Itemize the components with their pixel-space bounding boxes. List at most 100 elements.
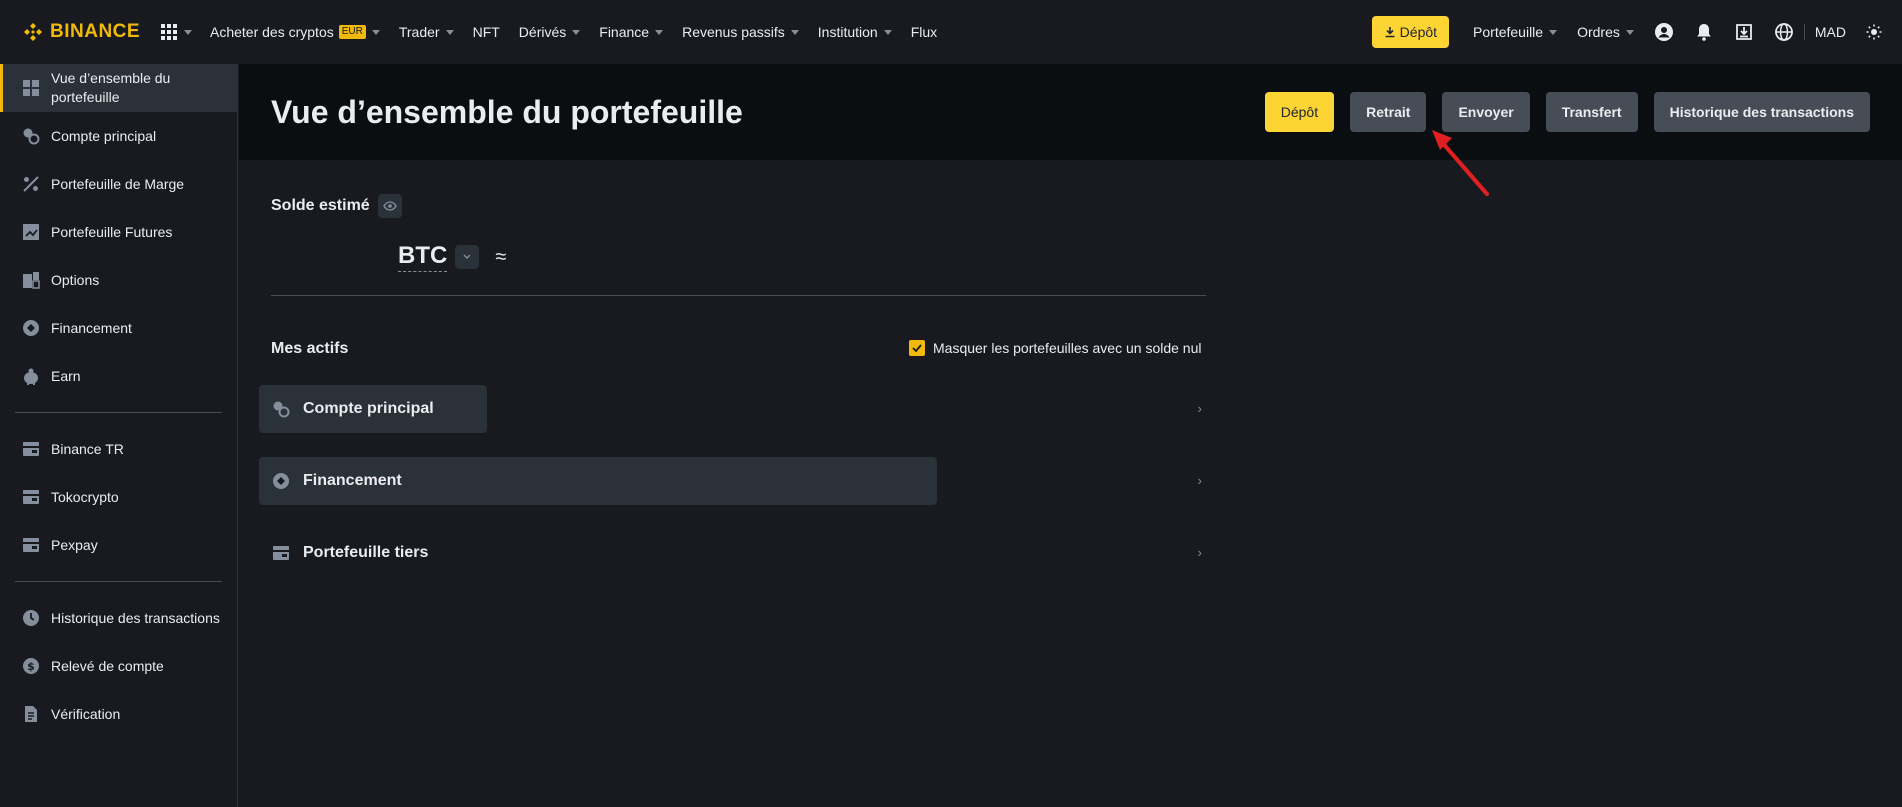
- nav-item-buy-crypto[interactable]: Acheter des cryptos EUR: [210, 24, 380, 40]
- wallet-label: Financement: [303, 472, 402, 489]
- apps-grid-icon: [161, 24, 177, 40]
- sidebar-item-label: Compte principal: [51, 128, 157, 144]
- orders-menu[interactable]: Ordres: [1577, 24, 1634, 40]
- deposit-button[interactable]: Dépôt: [1264, 92, 1335, 132]
- eye-icon[interactable]: [377, 194, 402, 218]
- chevron-right-icon: ›: [1197, 401, 1202, 416]
- sidebar-item-label: Relevé de compte: [51, 658, 164, 674]
- sidebar-item-label: Vue d’ensemble du portefeuille: [51, 70, 171, 105]
- checkmark-icon: [909, 340, 925, 356]
- sidebar-item-verification[interactable]: Vérification: [0, 690, 237, 738]
- sidebar-item-label: Options: [51, 272, 100, 288]
- spot-account-icon: [22, 127, 40, 145]
- transfer-button[interactable]: Transfert: [1545, 92, 1638, 132]
- wallet-icon: [22, 536, 40, 554]
- nav-item-finance[interactable]: Finance: [599, 24, 664, 40]
- chevron-down-icon: [655, 29, 664, 35]
- sidebar-item-margin[interactable]: Portefeuille de Marge: [0, 160, 237, 208]
- dollar-icon: $: [22, 657, 40, 675]
- sidebar-item-label: Financement: [51, 320, 132, 336]
- sidebar-item-overview[interactable]: Vue d’ensemble du portefeuille: [0, 64, 237, 112]
- nav-item-passive-income[interactable]: Revenus passifs: [682, 24, 799, 40]
- sidebar-item-transaction-history[interactable]: Historique des transactions: [0, 594, 237, 642]
- transaction-history-button[interactable]: Historique des transactions: [1653, 92, 1870, 132]
- sidebar-divider: [15, 412, 222, 413]
- nav-item-label: Dérivés: [518, 24, 567, 40]
- header-actions: Dépôt Retrait Envoyer Transfert Historiq…: [1249, 92, 1870, 132]
- spot-account-icon: [271, 399, 291, 419]
- funding-icon: [22, 319, 40, 337]
- download-app-icon[interactable]: [1734, 22, 1754, 42]
- nav-item-nft[interactable]: NFT: [473, 24, 500, 40]
- wallet-icon: [22, 440, 40, 458]
- grid-icon: [22, 79, 40, 97]
- sidebar-item-label: Portefeuille de Marge: [51, 176, 185, 192]
- sidebar-item-funding[interactable]: Financement: [0, 304, 237, 352]
- nav-item-label: NFT: [472, 24, 500, 40]
- hide-zero-balance-checkbox[interactable]: Masquer les portefeuilles avec un solde …: [909, 340, 1202, 356]
- send-button[interactable]: Envoyer: [1442, 92, 1530, 132]
- sidebar-item-futures[interactable]: Portefeuille Futures: [0, 208, 237, 256]
- my-assets-heading: Mes actifs: [271, 340, 349, 357]
- orders-menu-label: Ordres: [1577, 24, 1620, 40]
- currency-badge: EUR: [338, 25, 366, 39]
- sidebar-item-earn[interactable]: Earn: [0, 352, 237, 400]
- binance-logo[interactable]: BINANCE: [22, 21, 144, 43]
- sidebar-item-pexpay[interactable]: Pexpay: [0, 521, 237, 569]
- wallet-row-spot[interactable]: Compte principal ›: [259, 385, 1206, 433]
- sidebar-item-tokocrypto[interactable]: Tokocrypto: [0, 473, 237, 521]
- withdraw-button[interactable]: Retrait: [1350, 92, 1427, 132]
- nav-item-feed[interactable]: Flux: [911, 24, 937, 40]
- chevron-down-icon: [445, 29, 454, 35]
- page-title: Vue d’ensemble du portefeuille: [271, 94, 743, 130]
- chevron-down-icon: [572, 29, 581, 35]
- theme-icon[interactable]: [1866, 24, 1882, 40]
- globe-icon[interactable]: [1774, 22, 1794, 42]
- nav-item-label: Institution: [817, 24, 878, 40]
- nav-right: Dépôt Portefeuille Ordres MAD: [1371, 0, 1902, 64]
- wallet-row-third-party[interactable]: Portefeuille tiers ›: [259, 529, 1206, 577]
- binance-logo-icon: [24, 23, 42, 41]
- document-icon: [22, 705, 40, 723]
- sidebar-item-label: Portefeuille Futures: [51, 224, 173, 240]
- svg-text:$: $: [27, 660, 35, 673]
- wallet-row-funding[interactable]: Financement ›: [259, 457, 1206, 505]
- download-icon: [1385, 27, 1395, 38]
- nav-item-trade[interactable]: Trader: [399, 24, 454, 40]
- nav-item-derivatives[interactable]: Dérivés: [518, 24, 581, 40]
- apps-menu-button[interactable]: [160, 23, 192, 41]
- divider: [271, 295, 1206, 296]
- user-icon[interactable]: [1654, 22, 1674, 42]
- main-content: Solde estimé BTC ≈ Mes actifs Masquer le…: [239, 160, 1902, 807]
- wallet-icon: [271, 543, 291, 563]
- futures-icon: [22, 223, 40, 241]
- sidebar-item-spot[interactable]: Compte principal: [0, 112, 237, 160]
- wallet-menu-label: Portefeuille: [1473, 24, 1544, 40]
- sidebar-item-binance-tr[interactable]: Binance TR: [0, 425, 237, 473]
- nav-divider: [1803, 24, 1805, 40]
- chevron-down-icon[interactable]: [455, 245, 480, 269]
- page-header: Vue d’ensemble du portefeuille Dépôt Ret…: [239, 64, 1902, 160]
- deposit-button-top[interactable]: Dépôt: [1371, 16, 1450, 48]
- sidebar-item-account-statement[interactable]: $ Relevé de compte: [0, 642, 237, 690]
- sidebar-item-label: Binance TR: [51, 441, 124, 457]
- sidebar-item-label: Historique des transactions: [51, 610, 220, 626]
- balance-currency[interactable]: BTC: [398, 242, 448, 272]
- currency-selector[interactable]: MAD: [1815, 24, 1846, 40]
- chevron-down-icon: [184, 29, 192, 35]
- chevron-down-icon: [790, 29, 799, 35]
- bell-icon[interactable]: [1694, 22, 1714, 42]
- estimated-balance-label: Solde estimé: [271, 197, 370, 214]
- sidebar-item-label: Tokocrypto: [51, 489, 119, 505]
- nav-item-label: Revenus passifs: [682, 24, 785, 40]
- nav-item-institution[interactable]: Institution: [818, 24, 892, 40]
- sidebar-item-options[interactable]: Options: [0, 256, 237, 304]
- wallet-menu[interactable]: Portefeuille: [1473, 24, 1558, 40]
- chevron-down-icon: [1625, 29, 1634, 35]
- sidebar-item-label: Earn: [51, 368, 81, 384]
- sidebar-item-label: Pexpay: [51, 537, 98, 553]
- earn-icon: [22, 367, 40, 385]
- nav-item-label: Flux: [910, 24, 938, 40]
- sidebar-item-label: Vérification: [51, 706, 121, 722]
- margin-icon: [22, 175, 40, 193]
